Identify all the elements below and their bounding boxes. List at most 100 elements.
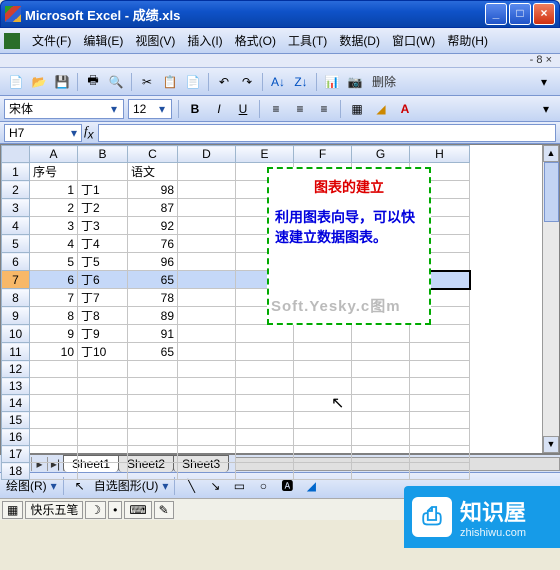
paste-icon[interactable]: 📄 (183, 72, 203, 92)
row-header[interactable]: 7 (2, 271, 30, 289)
scroll-up-icon[interactable]: ▲ (543, 145, 559, 162)
cell[interactable] (78, 412, 128, 429)
menu-insert[interactable]: 插入(I) (181, 30, 228, 51)
ime-hand-icon[interactable]: ✎ (154, 501, 174, 519)
fx-icon[interactable]: fx (84, 123, 94, 142)
cell[interactable] (294, 463, 352, 480)
menu-view[interactable]: 视图(V) (129, 30, 181, 51)
row-header[interactable]: 16 (2, 429, 30, 446)
preview-icon[interactable]: 🔍 (106, 72, 126, 92)
ime-keyboard-icon[interactable]: ⌨ (124, 501, 151, 519)
cell[interactable] (294, 412, 352, 429)
cell[interactable] (352, 361, 410, 378)
font-name-combo[interactable]: 宋体 ▾ (4, 99, 124, 119)
cell[interactable]: 89 (128, 307, 178, 325)
cell[interactable] (294, 361, 352, 378)
cell[interactable] (178, 307, 236, 325)
ime-toggle-icon[interactable]: ▦ (2, 501, 23, 519)
cut-icon[interactable]: ✂ (137, 72, 157, 92)
cell[interactable] (410, 378, 470, 395)
cell[interactable] (128, 361, 178, 378)
cell[interactable] (236, 361, 294, 378)
cell[interactable]: 92 (128, 217, 178, 235)
cell[interactable]: 丁8 (78, 307, 128, 325)
cell[interactable]: 87 (128, 199, 178, 217)
cell[interactable] (410, 412, 470, 429)
cell[interactable] (78, 361, 128, 378)
cell[interactable]: 丁7 (78, 289, 128, 307)
row-header[interactable]: 4 (2, 217, 30, 235)
cell[interactable]: 丁1 (78, 181, 128, 199)
cell[interactable] (30, 412, 78, 429)
print-icon[interactable]: 🖶 (83, 72, 103, 92)
cell[interactable]: 丁5 (78, 253, 128, 271)
row-header[interactable]: 14 (2, 395, 30, 412)
cell[interactable] (294, 446, 352, 463)
cell[interactable] (178, 361, 236, 378)
cell[interactable]: 2 (30, 199, 78, 217)
cell[interactable] (236, 463, 294, 480)
cell[interactable] (178, 378, 236, 395)
ime-moon-icon[interactable]: ☽ (85, 501, 106, 519)
cell[interactable] (178, 412, 236, 429)
minimize-button[interactable]: _ (485, 3, 507, 25)
align-right-icon[interactable]: ≡ (314, 99, 334, 119)
cell[interactable] (410, 429, 470, 446)
cell[interactable]: 丁2 (78, 199, 128, 217)
row-header[interactable]: 10 (2, 325, 30, 343)
menu-edit[interactable]: 编辑(E) (77, 30, 129, 51)
redo-icon[interactable]: ↷ (237, 72, 257, 92)
col-header[interactable]: B (78, 146, 128, 163)
cell[interactable] (236, 378, 294, 395)
borders-icon[interactable]: ▦ (347, 99, 367, 119)
cell[interactable] (294, 325, 352, 343)
cell[interactable]: 丁4 (78, 235, 128, 253)
cell[interactable] (78, 163, 128, 181)
cell[interactable]: 65 (128, 271, 178, 289)
cell[interactable] (30, 446, 78, 463)
cell[interactable]: 5 (30, 253, 78, 271)
cell[interactable] (78, 463, 128, 480)
menu-help[interactable]: 帮助(H) (441, 30, 494, 51)
cell[interactable]: 丁10 (78, 343, 128, 361)
italic-button[interactable]: I (209, 99, 229, 119)
bold-button[interactable]: B (185, 99, 205, 119)
cell[interactable] (178, 271, 236, 289)
cell[interactable] (178, 199, 236, 217)
cell[interactable] (352, 395, 410, 412)
formula-bar[interactable] (98, 124, 556, 142)
cell[interactable] (78, 446, 128, 463)
open-icon[interactable]: 📂 (29, 72, 49, 92)
cell[interactable] (178, 289, 236, 307)
cell[interactable]: 语文 (128, 163, 178, 181)
cell[interactable]: 78 (128, 289, 178, 307)
chevron-down-icon[interactable]: ▾ (107, 102, 121, 116)
cell[interactable] (30, 395, 78, 412)
cell[interactable] (178, 343, 236, 361)
cell[interactable] (352, 378, 410, 395)
menu-tools[interactable]: 工具(T) (282, 30, 333, 51)
document-controls[interactable]: - 8 × (0, 54, 560, 68)
cell[interactable] (178, 181, 236, 199)
cell[interactable]: 91 (128, 325, 178, 343)
cell[interactable] (352, 463, 410, 480)
delete-label[interactable]: 删除 (372, 73, 396, 90)
cell[interactable] (178, 463, 236, 480)
cell[interactable]: 98 (128, 181, 178, 199)
cell[interactable]: 序号 (30, 163, 78, 181)
cell[interactable] (78, 395, 128, 412)
cell[interactable] (236, 343, 294, 361)
scroll-down-icon[interactable]: ▼ (543, 436, 559, 453)
cell[interactable] (352, 429, 410, 446)
row-header[interactable]: 18 (2, 463, 30, 480)
cell[interactable] (410, 325, 470, 343)
fill-color-icon[interactable]: ◢ (371, 99, 391, 119)
cell[interactable] (178, 253, 236, 271)
cell[interactable]: 丁3 (78, 217, 128, 235)
cell[interactable] (352, 343, 410, 361)
cell[interactable] (236, 446, 294, 463)
font-size-combo[interactable]: 12 ▾ (128, 99, 172, 119)
menu-format[interactable]: 格式(O) (229, 30, 282, 51)
cell[interactable] (352, 412, 410, 429)
menu-file[interactable]: 文件(F) (26, 30, 77, 51)
